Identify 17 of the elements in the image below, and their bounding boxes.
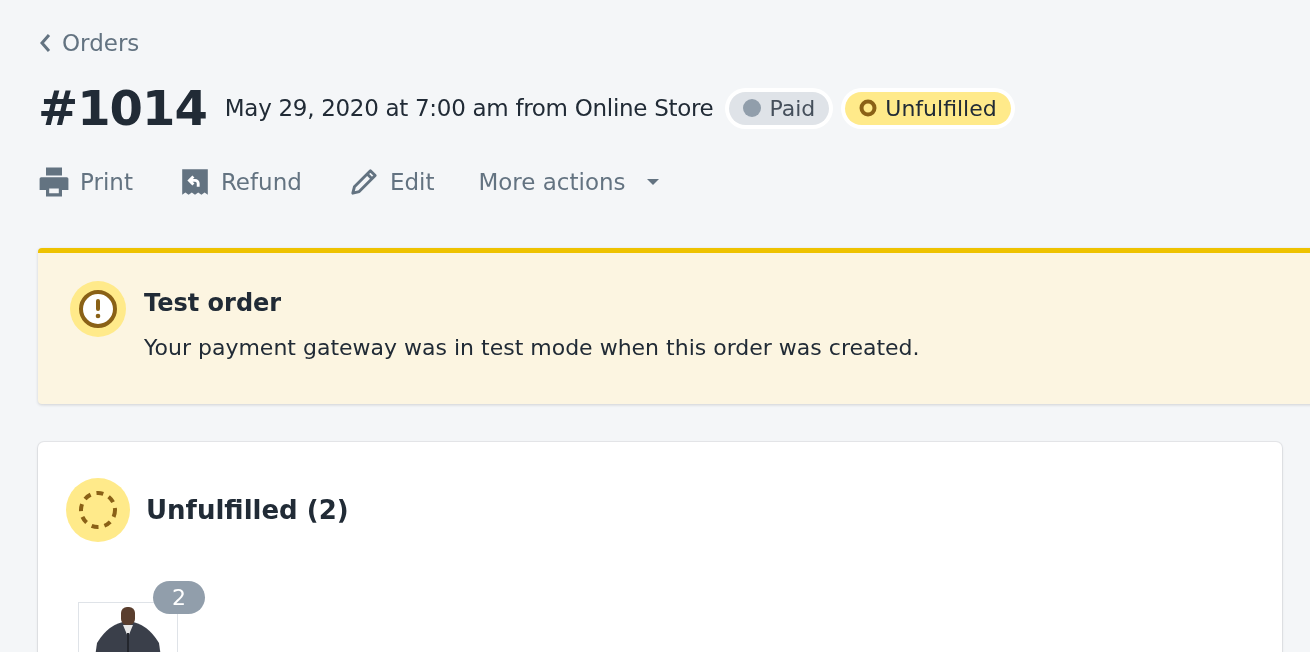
order-number: #1014 [38, 80, 207, 136]
back-link[interactable]: Orders [38, 30, 140, 56]
print-button[interactable]: Print [38, 166, 133, 198]
banner-title: Test order [144, 289, 283, 317]
dashed-circle-icon [66, 478, 130, 542]
status-ring-icon [859, 99, 878, 117]
card-title: Unfulfilled (2) [146, 495, 349, 525]
warning-icon [70, 281, 126, 337]
more-actions-button[interactable]: More actions [478, 169, 662, 195]
banner-message: Your payment gateway was in test mode when this order was created. [144, 335, 920, 360]
refund-button[interactable]: Refund [178, 166, 302, 198]
edit-button[interactable]: Edit [347, 166, 435, 198]
chevron-left-icon [38, 32, 52, 54]
quantity-badge: 2 [153, 581, 205, 614]
order-date: May 29, 2020 at 7:00 am from Online Store [224, 95, 714, 121]
status-dot-icon [743, 99, 762, 117]
printer-icon [38, 166, 70, 198]
